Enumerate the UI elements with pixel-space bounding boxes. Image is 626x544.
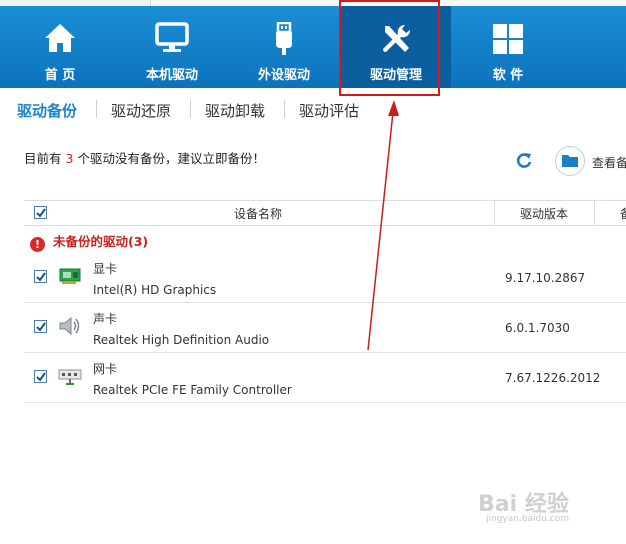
notice-count: 3 xyxy=(65,151,74,166)
tab-driver-restore[interactable]: 驱动还原 xyxy=(111,100,171,121)
highlight-box xyxy=(339,0,440,96)
group-unbacked-drivers[interactable]: ! 未备份的驱动(3) xyxy=(30,231,148,252)
checkmark-icon xyxy=(36,372,46,382)
column-driver-version[interactable]: 驱动版本 xyxy=(520,205,568,222)
home-icon xyxy=(45,24,75,52)
monitor-icon xyxy=(155,22,189,52)
device-name: Intel(R) HD Graphics xyxy=(93,283,217,297)
driver-version: 7.67.1226.2012 xyxy=(505,371,601,385)
tab-divider xyxy=(284,100,285,118)
watermark-url: jingyan.baidu.com xyxy=(486,514,570,524)
network-card-icon xyxy=(58,369,82,385)
tab-divider xyxy=(190,100,191,118)
driver-version: 9.17.10.2867 xyxy=(505,271,586,285)
tab-divider xyxy=(96,100,97,118)
checkmark-icon xyxy=(36,208,46,218)
device-category: 显卡 xyxy=(93,262,118,276)
sub-tabs: 驱动备份 驱动还原 驱动卸载 驱动评估 xyxy=(0,88,626,128)
nav-peripheral-drivers-label: 外设驱动 xyxy=(257,68,310,83)
device-category: 网卡 xyxy=(93,362,118,376)
nav-home-label: 首 页 xyxy=(44,68,76,83)
graphics-card-icon xyxy=(59,268,81,284)
nav-local-drivers[interactable]: 本机驱动 xyxy=(117,6,227,88)
tab-driver-evaluate[interactable]: 驱动评估 xyxy=(299,100,359,121)
column-divider xyxy=(494,201,495,225)
device-name: Realtek PCIe FE Family Controller xyxy=(93,383,292,397)
table-row[interactable]: 声卡 Realtek High Definition Audio 6.0.1.7… xyxy=(24,302,626,353)
warning-icon: ! xyxy=(30,237,45,252)
row-checkbox[interactable] xyxy=(34,370,47,383)
notice-suffix: 个驱动没有备份，建议立即备份！ xyxy=(77,151,265,166)
folder-icon xyxy=(562,155,578,167)
nav-software-label: 软 件 xyxy=(492,68,524,83)
group-label: 未备份的驱动(3) xyxy=(53,234,149,249)
nav-software[interactable]: 软 件 xyxy=(453,6,563,88)
table-header: 设备名称 驱动版本 备 xyxy=(24,200,626,226)
apps-grid-icon xyxy=(493,24,523,54)
column-backup[interactable]: 备 xyxy=(620,205,626,222)
refresh-icon xyxy=(516,153,532,168)
refresh-button[interactable] xyxy=(514,151,534,175)
backup-notice: 目前有 3 个驱动没有备份，建议立即备份！ xyxy=(24,148,265,167)
table-row[interactable]: 显卡 Intel(R) HD Graphics 9.17.10.2867 xyxy=(24,252,626,303)
row-checkbox[interactable] xyxy=(34,270,47,283)
notice-prefix: 目前有 xyxy=(24,151,62,166)
column-divider xyxy=(594,201,595,225)
table-row[interactable]: 网卡 Realtek PCIe FE Family Controller 7.6… xyxy=(24,352,626,403)
view-backup-label[interactable]: 查看备 xyxy=(592,154,626,171)
column-device-name[interactable]: 设备名称 xyxy=(234,205,282,222)
nav-home[interactable]: 首 页 xyxy=(5,6,115,88)
main-nav: 首 页 本机驱动 外设驱动 驱动管理 软 件 xyxy=(0,6,626,88)
select-all-checkbox[interactable] xyxy=(34,206,47,219)
nav-local-drivers-label: 本机驱动 xyxy=(145,68,198,83)
speaker-icon xyxy=(59,316,80,336)
device-category: 声卡 xyxy=(93,312,118,326)
nav-peripheral-drivers[interactable]: 外设驱动 xyxy=(229,6,339,88)
device-name: Realtek High Definition Audio xyxy=(93,333,270,347)
checkmark-icon xyxy=(36,322,46,332)
view-backup-button[interactable] xyxy=(555,146,585,176)
driver-version: 6.0.1.7030 xyxy=(505,321,570,335)
usb-icon xyxy=(276,22,292,55)
tab-driver-backup[interactable]: 驱动备份 xyxy=(17,100,77,121)
checkmark-icon xyxy=(36,272,46,282)
tab-driver-uninstall[interactable]: 驱动卸载 xyxy=(205,100,265,121)
row-checkbox[interactable] xyxy=(34,320,47,333)
